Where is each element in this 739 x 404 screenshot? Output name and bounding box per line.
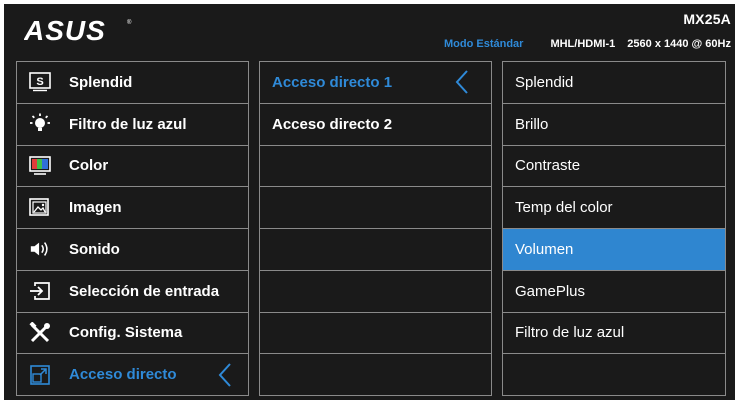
chevron-left-icon — [455, 70, 468, 95]
submenu-empty-row — [260, 354, 491, 395]
option-empty-row — [503, 354, 725, 395]
svg-text:®: ® — [127, 19, 132, 26]
submenu-empty-row — [260, 229, 491, 271]
osd-header: ASUS ® MX25A Modo Estándar MHL/HDMI-1 25… — [4, 4, 735, 56]
option-color-temp[interactable]: Temp del color — [503, 187, 725, 229]
menu-item-color[interactable]: Color — [17, 146, 248, 188]
shortcut-icon — [29, 364, 51, 386]
submenu: Acceso directo 1 Acceso directo 2 — [259, 61, 492, 396]
option-splendid[interactable]: Splendid — [503, 62, 725, 104]
option-blue-light-filter[interactable]: Filtro de luz azul — [503, 313, 725, 355]
submenu-empty-row — [260, 146, 491, 188]
submenu-item-label: Acceso directo 2 — [272, 115, 393, 133]
option-label: Splendid — [515, 73, 574, 91]
signal-info: MHL/HDMI-1 2560 x 1440 @ 60Hz — [550, 38, 731, 50]
model-name: MX25A — [683, 11, 731, 27]
chevron-left-icon — [218, 362, 231, 387]
speaker-icon — [29, 238, 51, 260]
submenu-empty-row — [260, 313, 491, 355]
blue-light-icon — [29, 113, 51, 135]
menu-item-image[interactable]: Imagen — [17, 187, 248, 229]
menu-item-sound[interactable]: Sonido — [17, 229, 248, 271]
svg-text:S: S — [36, 76, 43, 88]
submenu-item-shortcut-2[interactable]: Acceso directo 2 — [260, 104, 491, 146]
submenu-empty-row — [260, 187, 491, 229]
menu-item-blue-light-filter[interactable]: Filtro de luz azul — [17, 104, 248, 146]
asus-logo: ASUS ® — [24, 16, 132, 46]
tools-icon — [29, 321, 51, 344]
input-source: MHL/HDMI-1 — [550, 38, 616, 50]
svg-text:ASUS: ASUS — [24, 16, 106, 46]
option-label: Temp del color — [515, 199, 613, 217]
osd-menu: ASUS ® MX25A Modo Estándar MHL/HDMI-1 25… — [4, 4, 735, 400]
submenu-item-label: Acceso directo 1 — [272, 73, 393, 91]
menu-item-label: Sonido — [69, 240, 120, 258]
menu-item-label: Selección de entrada — [69, 282, 220, 300]
submenu-empty-row — [260, 271, 491, 313]
option-contrast[interactable]: Contraste — [503, 146, 725, 188]
menu-item-label: Acceso directo — [69, 366, 177, 384]
option-volume[interactable]: Volumen — [503, 229, 725, 271]
option-brightness[interactable]: Brillo — [503, 104, 725, 146]
option-label: Contraste — [515, 157, 581, 175]
option-label: Brillo — [515, 115, 549, 133]
option-list: Splendid Brillo Contraste Temp del color… — [502, 61, 726, 396]
resolution: 2560 x 1440 @ 60Hz — [627, 38, 731, 50]
menu-item-system-setup[interactable]: Config. Sistema — [17, 313, 248, 355]
option-gameplus[interactable]: GamePlus — [503, 271, 725, 313]
option-label: GamePlus — [515, 282, 586, 300]
option-label: Filtro de luz azul — [515, 324, 625, 342]
menu-item-label: Splendid — [69, 73, 133, 91]
color-icon — [29, 155, 51, 177]
main-menu: S Splendid Filtro de luz azul Color Imag… — [16, 61, 249, 396]
menu-item-label: Config. Sistema — [69, 324, 183, 342]
image-icon — [29, 197, 51, 219]
submenu-item-shortcut-1[interactable]: Acceso directo 1 — [260, 62, 491, 104]
menu-item-shortcut[interactable]: Acceso directo — [17, 354, 248, 395]
menu-item-input-selection[interactable]: Selección de entrada — [17, 271, 248, 313]
menu-item-splendid[interactable]: S Splendid — [17, 62, 248, 104]
menu-item-label: Filtro de luz azul — [69, 115, 187, 133]
current-mode: Modo Estándar — [444, 38, 524, 50]
splendid-icon: S — [29, 71, 51, 93]
menu-item-label: Imagen — [69, 199, 122, 217]
input-select-icon — [29, 280, 51, 302]
option-label: Volumen — [515, 240, 574, 258]
menu-item-label: Color — [69, 157, 109, 175]
